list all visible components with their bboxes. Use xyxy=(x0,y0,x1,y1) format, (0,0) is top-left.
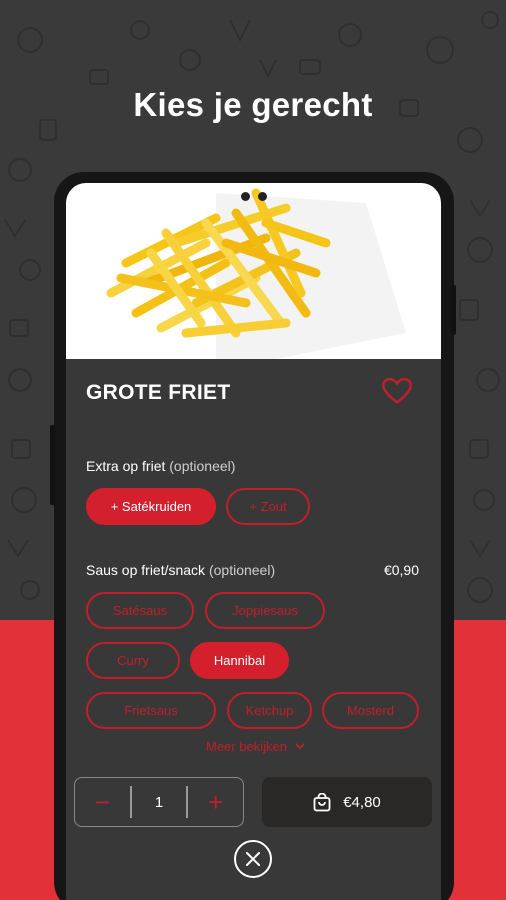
add-to-cart-button[interactable]: €4,80 xyxy=(262,777,432,827)
cart-price: €4,80 xyxy=(343,793,381,811)
front-camera-sensor xyxy=(258,192,267,201)
chip-label: Ketchup xyxy=(245,703,294,718)
section-title: Extra op friet xyxy=(86,458,166,474)
close-button[interactable] xyxy=(234,840,272,878)
section-label-saus: Saus op friet/snack (optioneel) xyxy=(86,562,275,578)
fries-illustration xyxy=(106,188,406,359)
section-label-extra: Extra op friet (optioneel) xyxy=(86,458,235,474)
option-chip-zout[interactable]: + Zout xyxy=(226,488,310,525)
heart-icon[interactable] xyxy=(382,377,412,405)
chip-label: Mosterd xyxy=(347,703,394,718)
quantity-stepper: − 1 + xyxy=(74,777,244,827)
quantity-value: 1 xyxy=(154,793,164,811)
front-camera xyxy=(241,192,250,201)
option-chip-satesaus[interactable]: Satésaus xyxy=(86,592,194,629)
page-headline: Kies je gerecht xyxy=(133,86,373,123)
section-optional: (optioneel) xyxy=(169,458,236,474)
chevron-down-icon xyxy=(295,743,305,750)
minus-icon: − xyxy=(94,786,110,817)
chip-label: Hannibal xyxy=(213,653,266,668)
section-optional: (optioneel) xyxy=(208,562,276,578)
chip-label: Curry xyxy=(117,653,149,668)
section-price: €0,90 xyxy=(383,562,419,578)
show-more-label: Meer bekijken xyxy=(206,739,287,754)
option-chip-hannibal[interactable]: Hannibal xyxy=(190,642,289,679)
section-title: Saus op friet/snack xyxy=(86,562,206,578)
phone-side-button xyxy=(451,285,456,335)
chip-label: Joppiesaus xyxy=(232,603,298,618)
option-chip-ketchup[interactable]: Ketchup xyxy=(227,692,312,729)
chip-label: + Satékruiden xyxy=(110,499,192,514)
decrease-button[interactable]: − xyxy=(75,778,130,826)
product-image xyxy=(66,183,441,359)
chip-label: Satésaus xyxy=(112,603,168,618)
show-more-link[interactable]: Meer bekijken xyxy=(206,739,305,754)
option-chip-curry[interactable]: Curry xyxy=(86,642,180,679)
option-chip-satekruiden[interactable]: + Satékruiden xyxy=(86,488,216,525)
chip-label: Frietsaus xyxy=(124,703,178,718)
plus-icon: + xyxy=(208,786,224,817)
product-title: GROTE FRIET xyxy=(86,381,231,404)
close-icon xyxy=(246,852,260,866)
option-chip-mosterd[interactable]: Mosterd xyxy=(322,692,419,729)
option-chip-joppiesaus[interactable]: Joppiesaus xyxy=(205,592,325,629)
phone-side-button xyxy=(50,425,55,505)
increase-button[interactable]: + xyxy=(188,778,243,826)
shopping-bag-icon xyxy=(313,792,331,811)
option-chip-frietsaus[interactable]: Frietsaus xyxy=(86,692,216,729)
product-detail-screen: GROTE FRIET Extra op friet (optioneel) +… xyxy=(66,183,441,900)
chip-label: + Zout xyxy=(249,499,287,514)
